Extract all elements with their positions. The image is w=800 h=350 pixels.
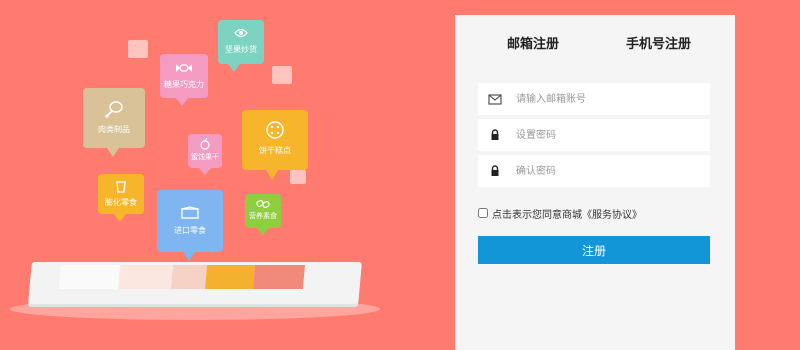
- ticket-icon: [181, 206, 199, 219]
- category-label: 坚果炒货: [225, 45, 257, 54]
- register-button[interactable]: 注册: [478, 236, 710, 264]
- category-label: 蜜饯果干: [191, 153, 219, 161]
- category-bubble-puffed: 膨化零食: [98, 174, 144, 222]
- password-input[interactable]: [516, 125, 701, 145]
- fruit-icon: [200, 138, 210, 150]
- drumstick-icon: [105, 101, 123, 118]
- email-field: [478, 83, 710, 115]
- envelope-icon: [488, 94, 502, 105]
- category-bubble-chocolate: 糖果巧克力: [160, 54, 208, 106]
- email-input[interactable]: [516, 89, 701, 109]
- category-bubble-meat: 肉类制品: [83, 88, 145, 157]
- decor-square: [290, 170, 306, 184]
- category-bubble-biscuits: 饼干糕点: [242, 110, 308, 180]
- category-bubble-nuts: 坚果炒货: [218, 20, 264, 72]
- category-label: 糖果巧克力: [164, 80, 204, 89]
- agreement-text[interactable]: 点击表示您同意商城《服务协议》: [492, 206, 642, 221]
- register-panel: 邮箱注册 手机号注册 点击表示您同意商城《服务协议》 注册: [455, 15, 735, 350]
- lock-icon: [491, 129, 499, 140]
- biscuit-icon: [266, 121, 284, 139]
- category-bubble-dried-fruit: 蜜饯果干: [188, 134, 222, 175]
- category-label: 营养素食: [249, 212, 277, 220]
- tab-phone-register[interactable]: 手机号注册: [626, 33, 691, 52]
- bowl-icon: [234, 28, 248, 38]
- device-screen: [58, 265, 306, 289]
- category-label: 肉类制品: [98, 125, 130, 134]
- lock-icon: [491, 165, 499, 176]
- cup-icon: [116, 181, 126, 193]
- agreement-row: 点击表示您同意商城《服务协议》: [478, 206, 642, 221]
- category-bubble-imported: 进口零食: [157, 190, 223, 261]
- agreement-checkbox[interactable]: [478, 208, 488, 218]
- category-label: 饼干糕点: [259, 146, 291, 155]
- decor-square: [272, 66, 292, 84]
- tab-email-register[interactable]: 邮箱注册: [507, 33, 559, 52]
- category-label: 膨化零食: [105, 198, 137, 207]
- candy-icon: [176, 64, 192, 72]
- decor-square: [128, 40, 148, 58]
- category-bubble-healthy: 营养素食: [245, 194, 281, 235]
- password-field: [478, 119, 710, 151]
- category-label: 进口零食: [174, 226, 206, 235]
- confirm-password-input[interactable]: [516, 161, 701, 181]
- link-icon: [256, 199, 270, 209]
- confirm-password-field: [478, 155, 710, 187]
- register-tabs: 邮箱注册 手机号注册: [455, 33, 735, 53]
